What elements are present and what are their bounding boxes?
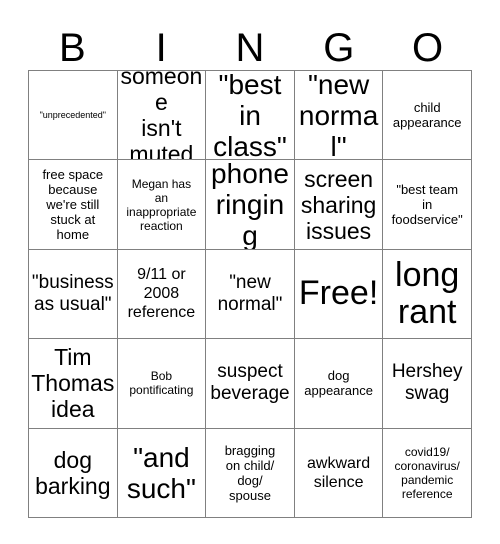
bingo-header-letter-o: O xyxy=(412,26,444,70)
bingo-cell[interactable]: "new normal" xyxy=(206,249,295,340)
bingo-cell[interactable]: Megan has an inappropriate reaction xyxy=(117,160,207,250)
bingo-cell[interactable]: Hershey swag xyxy=(383,339,472,429)
bingo-cell[interactable]: someone isn't muted xyxy=(117,71,207,161)
bingo-cell[interactable]: child appearance xyxy=(383,71,472,161)
bingo-cell-label: "best team in foodservice" xyxy=(391,182,463,228)
bingo-cell-label: phone ringing xyxy=(211,160,289,250)
bingo-cell[interactable]: "best in class" xyxy=(206,71,295,161)
bingo-cell-label: "business as usual" xyxy=(31,271,114,315)
bingo-cell-label: "new normal" xyxy=(298,71,379,161)
bingo-cell[interactable]: suspect beverage xyxy=(206,339,295,429)
bingo-cell[interactable]: 9/11 or 2008 reference xyxy=(117,249,207,340)
bingo-cell-label: awkward silence xyxy=(307,454,371,491)
bingo-cell[interactable]: "new normal" xyxy=(294,71,384,161)
bingo-cell-label: screen sharing issues xyxy=(300,165,377,244)
bingo-cell-free-space[interactable]: Free! xyxy=(294,249,384,340)
bingo-card: B I N G O "unprecedented" someone isn't muted… xyxy=(0,0,500,544)
bingo-cell-label: Hershey swag xyxy=(391,361,463,405)
bingo-cell[interactable]: phone ringing xyxy=(206,160,295,250)
bingo-cell-label: Megan has an inappropriate reaction xyxy=(126,176,197,233)
bingo-cell-label: "and such" xyxy=(126,441,196,504)
bingo-cell-label: covid19/ coronavirus/ pandemic reference xyxy=(394,444,460,501)
bingo-cell-label: free space because we're still stuck at … xyxy=(42,167,104,243)
bingo-cell-label: someone isn't muted xyxy=(120,71,203,161)
bingo-header-letter-g: G xyxy=(323,26,355,70)
bingo-cell[interactable]: "business as usual" xyxy=(29,249,118,340)
bingo-cell[interactable]: Tim Thomas idea xyxy=(29,339,118,429)
bingo-cell[interactable]: "best team in foodservice" xyxy=(383,160,472,250)
bingo-cell-label: "unprecedented" xyxy=(39,109,107,120)
bingo-cell-label: "best in class" xyxy=(213,71,287,161)
bingo-cell-label: suspect beverage xyxy=(210,361,290,405)
bingo-header-letter-n: N xyxy=(235,26,265,70)
bingo-cell-label: child appearance xyxy=(392,100,462,131)
bingo-header-row: BINGO xyxy=(28,18,472,70)
bingo-cell[interactable]: long rant xyxy=(383,249,472,340)
bingo-cell-label: 9/11 or 2008 reference xyxy=(127,266,196,322)
bingo-grid: "unprecedented" someone isn't muted "best … xyxy=(28,70,472,518)
bingo-cell-label: bragging on child/ dog/ spouse xyxy=(224,442,276,503)
bingo-cell-label: dog appearance xyxy=(304,368,373,399)
bingo-cell[interactable]: dog barking xyxy=(29,428,118,518)
bingo-cell[interactable]: bragging on child/ dog/ spouse xyxy=(206,428,295,518)
bingo-cell[interactable]: awkward silence xyxy=(294,428,384,518)
bingo-cell[interactable]: free space because we're still stuck at … xyxy=(29,160,118,250)
bingo-cell[interactable]: dog appearance xyxy=(294,339,384,429)
bingo-cell-label: Bob pontificating xyxy=(129,369,194,398)
bingo-header-letter-b: B xyxy=(59,26,86,70)
bingo-cell-label: Free! xyxy=(298,274,379,313)
bingo-cell-label: dog barking xyxy=(35,446,111,499)
bingo-cell[interactable]: covid19/ coronavirus/ pandemic reference xyxy=(383,428,472,518)
bingo-header-letter-i: I xyxy=(155,26,167,70)
bingo-cell[interactable]: "unprecedented" xyxy=(29,71,118,161)
bingo-cell-label: long rant xyxy=(395,255,460,331)
bingo-cell[interactable]: screen sharing issues xyxy=(294,160,384,250)
bingo-cell-label: "new normal" xyxy=(217,271,283,315)
bingo-cell-label: Tim Thomas idea xyxy=(31,344,115,423)
bingo-cell[interactable]: Bob pontificating xyxy=(117,339,207,429)
bingo-cell[interactable]: "and such" xyxy=(117,428,207,518)
